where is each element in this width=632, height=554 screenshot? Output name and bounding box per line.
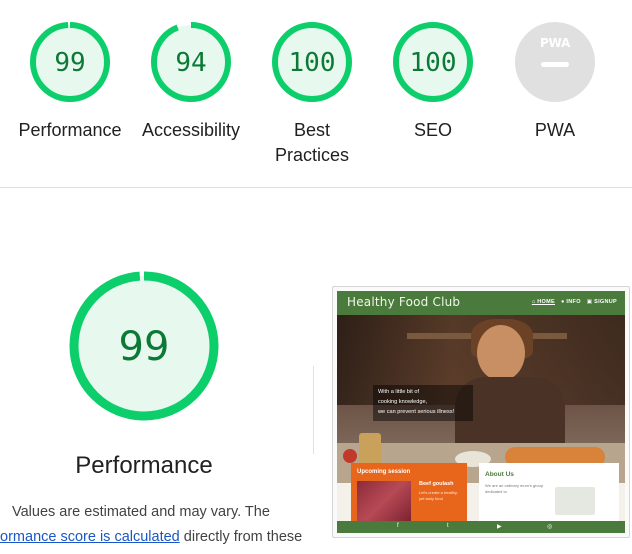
- seo-gauge-ring: 100: [393, 22, 473, 102]
- preview-menu: ⌂ HOME ● INFO ▣ SIGNUP: [526, 299, 617, 305]
- section-divider: [0, 187, 632, 188]
- pwa-badge-text: PWA: [540, 36, 571, 50]
- session-food-image: [357, 481, 411, 521]
- session-text: Let's create a healthy, yet tasty food: [419, 490, 458, 501]
- description-line-1: Values are estimated and may vary. The: [12, 504, 270, 520]
- upcoming-title: Upcoming session: [357, 469, 411, 475]
- performance-main-score: 99: [119, 324, 170, 370]
- seo-score: 100: [410, 48, 457, 78]
- preview-navbar: Healthy Food Club ⌂ HOME ● INFO ▣ SIGNUP: [337, 291, 625, 315]
- facebook-icon: f: [397, 523, 399, 529]
- hero-line-1: With a little bit of: [378, 389, 420, 395]
- preview-nav-home: ⌂ HOME: [531, 299, 555, 305]
- instagram-icon: ◎: [547, 524, 553, 530]
- best-practices-score: 100: [289, 48, 336, 78]
- seo-gauge[interactable]: 100 SEO: [373, 20, 493, 143]
- hero-line-2: cooking knowledge,: [378, 399, 428, 405]
- accessibility-gauge[interactable]: 94 Accessibility: [131, 20, 251, 143]
- hero-line-3: we can prevent serious illness!: [378, 409, 455, 415]
- preview-about-panel: About Us We are an ordinary mum's group …: [479, 463, 619, 525]
- performance-description: Values are estimated and may vary. The f…: [0, 500, 332, 550]
- site-preview: Healthy Food Club ⌂ HOME ● INFO ▣ SIGNUP W…: [337, 291, 625, 533]
- session-title: Beef goulash: [419, 481, 454, 487]
- about-image: [555, 487, 595, 515]
- preview-nav-signup: ▣ SIGNUP: [586, 299, 617, 305]
- pwa-gauge[interactable]: PWA PWA: [495, 20, 615, 143]
- about-title: About Us: [485, 471, 514, 478]
- description-line-2-rest: directly from these: [179, 529, 303, 545]
- best-practices-label: Best Practices: [274, 120, 350, 165]
- description-line-2: formance score is calculated directly fr…: [0, 525, 332, 550]
- final-screenshot-thumbnail[interactable]: Healthy Food Club ⌂ HOME ● INFO ▣ SIGNUP W…: [332, 286, 630, 538]
- about-text: We are an ordinary mum's group dedicated…: [485, 483, 544, 494]
- performance-label: Performance: [18, 120, 122, 140]
- performance-section-title: Performance: [75, 452, 213, 479]
- youtube-icon: ▶: [497, 524, 502, 530]
- accessibility-score: 94: [175, 48, 206, 78]
- performance-gauge[interactable]: 99 Performance: [10, 20, 130, 143]
- accessibility-gauge-ring: 94: [151, 22, 231, 102]
- preview-upcoming-panel: Upcoming session Beef goulash Let's crea…: [351, 463, 467, 525]
- score-calculation-link[interactable]: formance score is calculated: [0, 529, 180, 545]
- pwa-label: PWA: [534, 120, 576, 140]
- accessibility-label: Accessibility: [141, 120, 241, 140]
- performance-gauge-ring: 99: [30, 22, 110, 102]
- preview-hero-callout: With a little bit of cooking knowledge, …: [373, 385, 473, 421]
- vertical-separator: [313, 366, 314, 454]
- pwa-badge-icon: PWA: [515, 22, 595, 102]
- seo-label: SEO: [413, 120, 452, 140]
- category-gauges: 99 Performance 94 Accessibility 100 Best…: [0, 0, 632, 188]
- twitter-icon: t: [447, 523, 449, 529]
- preview-nav-info: ● INFO: [560, 299, 581, 305]
- preview-footer: f t ▶ ◎: [337, 521, 625, 533]
- performance-score: 99: [54, 48, 85, 78]
- performance-main-gauge: 99: [69, 271, 219, 421]
- best-practices-gauge-ring: 100: [272, 22, 352, 102]
- preview-hero-image: With a little bit of cooking knowledge, …: [337, 315, 625, 483]
- preview-brand: Healthy Food Club: [347, 295, 461, 309]
- best-practices-gauge[interactable]: 100 Best Practices: [252, 20, 372, 168]
- pwa-dash-icon: [541, 62, 569, 67]
